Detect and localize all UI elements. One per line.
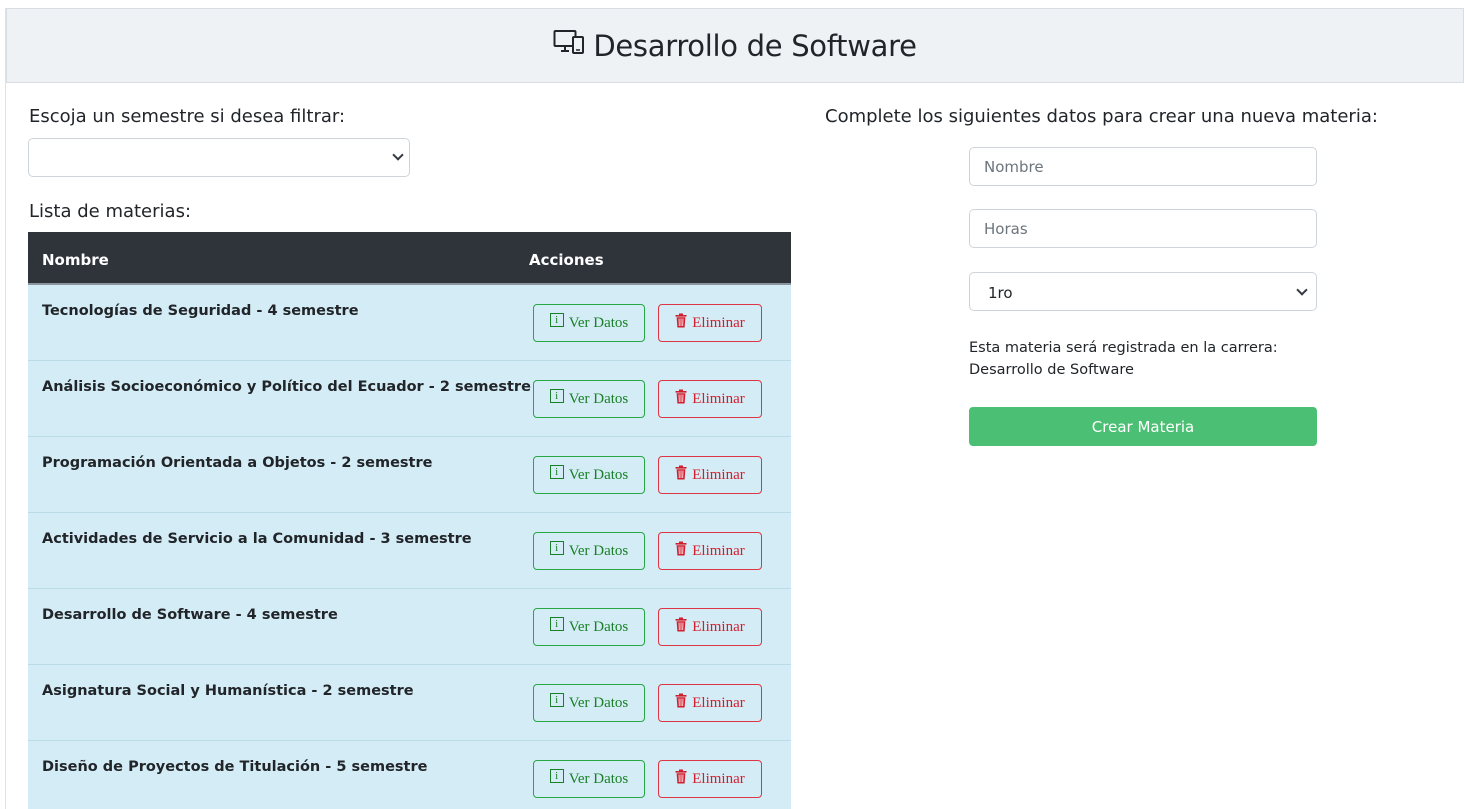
chevron-down-icon [1296, 284, 1308, 296]
delete-label: Eliminar [692, 770, 745, 787]
info-icon: i [549, 541, 564, 555]
table-row: Programación Orientada a Objetos - 2 sem… [28, 437, 791, 513]
view-data-label: Ver Datos [568, 314, 629, 331]
career-note-line2: Desarrollo de Software [969, 362, 1134, 378]
view-data-button[interactable]: i Ver Datos [533, 760, 645, 798]
subject-name: Programación Orientada a Objetos - 2 sem… [42, 455, 433, 471]
delete-button[interactable]: Eliminar [658, 380, 762, 418]
view-data-label: Ver Datos [568, 466, 629, 483]
semester-filter-select[interactable] [28, 138, 410, 177]
view-data-label: Ver Datos [568, 390, 629, 407]
trash-icon [675, 313, 687, 328]
view-data-label: Ver Datos [568, 770, 629, 787]
delete-label: Eliminar [692, 694, 745, 711]
view-data-button[interactable]: i Ver Datos [533, 608, 645, 646]
filter-label: Escoja un semestre si desea filtrar: [29, 106, 346, 127]
column-header-actions: Acciones [529, 251, 604, 269]
subject-name: Análisis Socioeconómico y Político del E… [42, 379, 531, 395]
trash-icon [675, 617, 687, 632]
info-icon: i [549, 465, 564, 479]
subjects-table: Nombre Acciones Tecnologías de Seguridad… [28, 232, 791, 809]
subject-name: Actividades de Servicio a la Comunidad -… [42, 531, 472, 547]
table-row: Desarrollo de Software - 4 semestre i Ver … [28, 589, 791, 665]
info-icon: i [549, 389, 564, 403]
left-edge [0, 8, 6, 809]
info-icon: i [549, 617, 564, 631]
info-icon: i [549, 313, 564, 327]
career-note-line1: Esta materia será registrada en la carre… [969, 340, 1278, 356]
subject-name: Desarrollo de Software - 4 semestre [42, 607, 338, 623]
view-data-label: Ver Datos [568, 618, 629, 635]
semester-selected-value: 1ro [988, 284, 1013, 302]
delete-label: Eliminar [692, 618, 745, 635]
info-icon: i [549, 693, 564, 707]
table-row: Análisis Socioeconómico y Político del E… [28, 361, 791, 437]
delete-label: Eliminar [692, 390, 745, 407]
delete-button[interactable]: Eliminar [658, 456, 762, 494]
table-body: Tecnologías de Seguridad - 4 semestre i Ve… [28, 285, 791, 809]
column-header-name: Nombre [42, 251, 109, 269]
table-row: Diseño de Proyectos de Titulación - 5 se… [28, 741, 791, 809]
table-row: Asignatura Social y Humanística - 2 seme… [28, 665, 791, 741]
desktop-icon [553, 29, 585, 62]
trash-icon [675, 541, 687, 556]
table-header: Nombre Acciones [28, 232, 791, 285]
name-input[interactable] [969, 147, 1317, 186]
delete-button[interactable]: Eliminar [658, 304, 762, 342]
create-subject-button[interactable]: Crear Materia [969, 407, 1317, 446]
page-header: Desarrollo de Software [6, 8, 1464, 83]
info-icon: i [549, 769, 564, 783]
view-data-label: Ver Datos [568, 694, 629, 711]
view-data-button[interactable]: i Ver Datos [533, 456, 645, 494]
table-row: Actividades de Servicio a la Comunidad -… [28, 513, 791, 589]
trash-icon [675, 389, 687, 404]
view-data-button[interactable]: i Ver Datos [533, 532, 645, 570]
subject-name: Asignatura Social y Humanística - 2 seme… [42, 683, 414, 699]
page-title: Desarrollo de Software [593, 28, 917, 63]
delete-button[interactable]: Eliminar [658, 760, 762, 798]
delete-button[interactable]: Eliminar [658, 532, 762, 570]
header-inner: Desarrollo de Software [553, 28, 917, 63]
subject-name: Tecnologías de Seguridad - 4 semestre [42, 303, 359, 319]
trash-icon [675, 465, 687, 480]
career-note: Esta materia será registrada en la carre… [969, 337, 1317, 381]
delete-button[interactable]: Eliminar [658, 684, 762, 722]
chevron-down-icon [392, 149, 404, 161]
view-data-button[interactable]: i Ver Datos [533, 684, 645, 722]
semester-select[interactable]: 1ro [969, 272, 1317, 311]
delete-button[interactable]: Eliminar [658, 608, 762, 646]
delete-label: Eliminar [692, 466, 745, 483]
delete-label: Eliminar [692, 542, 745, 559]
trash-icon [675, 693, 687, 708]
top-strip [0, 0, 1464, 8]
view-data-button[interactable]: i Ver Datos [533, 380, 645, 418]
list-label: Lista de materias: [29, 201, 192, 222]
table-row: Tecnologías de Seguridad - 4 semestre i Ve… [28, 285, 791, 361]
delete-label: Eliminar [692, 314, 745, 331]
view-data-button[interactable]: i Ver Datos [533, 304, 645, 342]
subject-name: Diseño de Proyectos de Titulación - 5 se… [42, 759, 428, 775]
hours-input[interactable] [969, 209, 1317, 248]
trash-icon [675, 769, 687, 784]
view-data-label: Ver Datos [568, 542, 629, 559]
form-title: Complete los siguientes datos para crear… [825, 106, 1378, 127]
